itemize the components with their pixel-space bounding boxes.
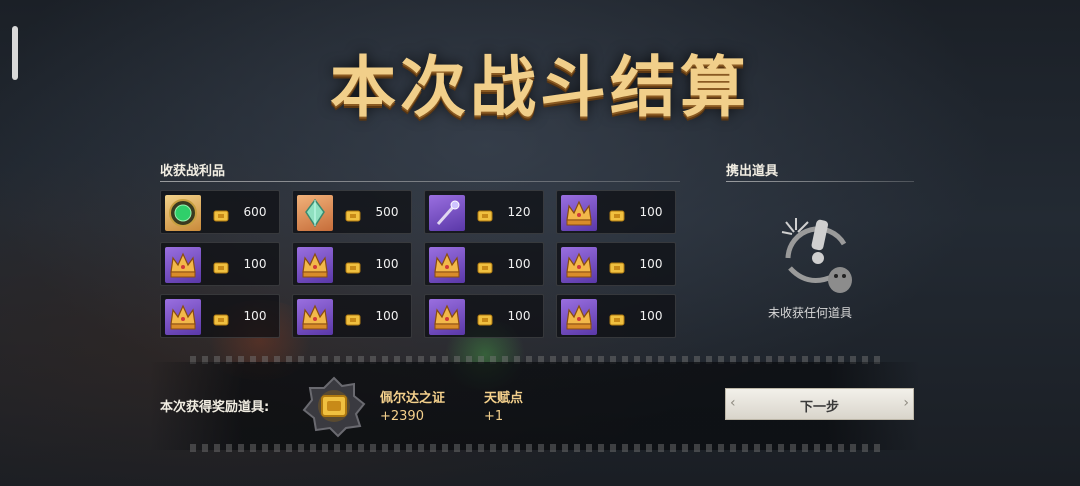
- no-items-text: 未收获任何道具: [767, 306, 852, 320]
- currency-ticket-icon: [609, 259, 625, 274]
- loot-item[interactable]: 100: [556, 294, 676, 338]
- currency-ticket-icon: [345, 311, 361, 326]
- crown-icon: [561, 195, 597, 231]
- loot-quantity: 120: [507, 205, 531, 219]
- loot-quantity: 100: [375, 309, 399, 323]
- medal-icon: [302, 376, 366, 438]
- currency-ticket-icon: [477, 207, 493, 222]
- currency-ticket-icon: [213, 259, 229, 274]
- loot-item[interactable]: 100: [424, 294, 544, 338]
- loot-quantity: 100: [375, 257, 399, 271]
- talent-value: +1: [484, 409, 504, 424]
- loot-item[interactable]: 100: [424, 242, 544, 286]
- rewards-label: 本次获得奖励道具:: [160, 400, 270, 415]
- battle-settlement-title: 本次战斗结算: [330, 48, 750, 126]
- crown-icon: [429, 247, 465, 283]
- carried-out-section-label: 携出道具: [726, 164, 779, 179]
- crown-icon: [165, 247, 201, 283]
- loot-quantity: 100: [507, 309, 531, 323]
- loot-quantity: 500: [375, 205, 399, 219]
- loot-item[interactable]: 600: [160, 190, 280, 234]
- bottom-border-decoration: [190, 444, 880, 452]
- crown-icon: [429, 299, 465, 335]
- currency-ticket-icon: [345, 207, 361, 222]
- carried-out-divider: [726, 181, 914, 182]
- no-items-icon: [781, 218, 852, 293]
- loot-quantity: 100: [243, 309, 267, 323]
- loot-item[interactable]: 100: [292, 242, 412, 286]
- crown-icon: [297, 299, 333, 335]
- next-step-label: 下一步: [799, 400, 839, 415]
- next-step-button[interactable]: ‹ 下一步 ›: [725, 388, 914, 420]
- currency-ticket-icon: [213, 311, 229, 326]
- loot-divider: [160, 181, 680, 182]
- currency-ticket-icon: [477, 311, 493, 326]
- loot-section-label: 收获战利品: [160, 164, 226, 179]
- loot-quantity: 600: [243, 205, 267, 219]
- loot-item[interactable]: 100: [556, 190, 676, 234]
- crown-icon: [561, 299, 597, 335]
- loot-item[interactable]: 100: [160, 242, 280, 286]
- currency-ticket-icon: [609, 207, 625, 222]
- loot-item[interactable]: 120: [424, 190, 544, 234]
- loot-quantity: 100: [243, 257, 267, 271]
- right-chevron-icon: ›: [903, 395, 909, 411]
- talent-name: 天赋点: [484, 391, 524, 406]
- loot-quantity: 100: [639, 309, 663, 323]
- loot-quantity: 100: [639, 257, 663, 271]
- emerald-gem-icon: [165, 195, 201, 231]
- currency-ticket-icon: [477, 259, 493, 274]
- medal-name: 佩尔达之证: [380, 391, 446, 406]
- loot-item[interactable]: 500: [292, 190, 412, 234]
- loot-quantity: 100: [507, 257, 531, 271]
- loot-quantity: 100: [639, 205, 663, 219]
- crown-icon: [165, 299, 201, 335]
- loot-item[interactable]: 100: [292, 294, 412, 338]
- currency-ticket-icon: [213, 207, 229, 222]
- currency-ticket-icon: [609, 311, 625, 326]
- green-crystal-icon: [297, 195, 333, 231]
- medal-value: +2390: [380, 409, 424, 424]
- currency-ticket-icon: [345, 259, 361, 274]
- loot-item[interactable]: 100: [556, 242, 676, 286]
- crown-icon: [297, 247, 333, 283]
- staff-icon: [429, 195, 465, 231]
- loot-item[interactable]: 100: [160, 294, 280, 338]
- crown-icon: [561, 247, 597, 283]
